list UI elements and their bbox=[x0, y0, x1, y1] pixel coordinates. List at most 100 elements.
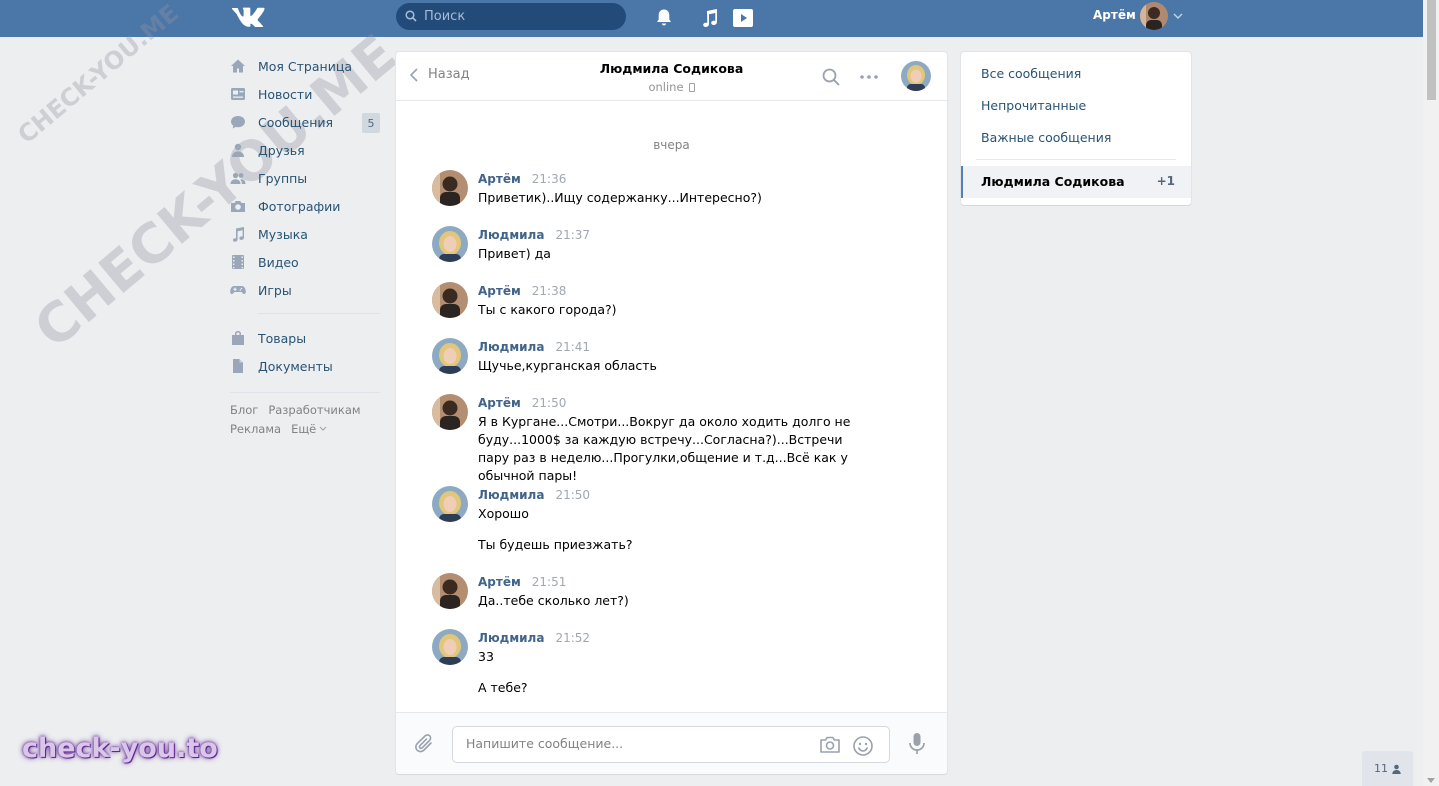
messages-count-badge: 5 bbox=[362, 113, 380, 133]
bell-icon[interactable] bbox=[653, 7, 675, 29]
film-icon bbox=[230, 254, 246, 270]
author-avatar[interactable] bbox=[432, 573, 468, 609]
author-avatar[interactable] bbox=[432, 338, 468, 374]
sidebar-item-games[interactable]: Игры bbox=[230, 276, 380, 304]
home-icon bbox=[230, 58, 246, 74]
message-text: Щучье,курганская область bbox=[478, 358, 657, 373]
user-avatar[interactable] bbox=[1140, 2, 1168, 30]
author-name: Людмила bbox=[478, 488, 545, 502]
author-avatar[interactable] bbox=[432, 394, 468, 430]
author-avatar[interactable] bbox=[432, 629, 468, 665]
message-author[interactable]: Людмила 21:41 bbox=[478, 340, 590, 354]
message-text: 33 bbox=[478, 649, 494, 664]
chevron-down-icon bbox=[319, 426, 327, 431]
message-text: Хорошо bbox=[478, 506, 529, 521]
message-text: Я в Кургане...Смотри...Вокруг да около х… bbox=[478, 414, 851, 483]
author-name: Артём bbox=[478, 575, 521, 589]
footer-link-blog[interactable]: Блог bbox=[230, 403, 258, 417]
scroll-down-arrow-icon[interactable] bbox=[1427, 778, 1435, 783]
user-icon bbox=[230, 142, 246, 158]
group-icon bbox=[230, 170, 246, 186]
top-bar: Поиск Артём bbox=[0, 0, 1423, 37]
vk-logo-icon[interactable] bbox=[230, 5, 266, 27]
filter-important[interactable]: Важные сообщения bbox=[981, 130, 1111, 145]
sidebar-item-groups[interactable]: Группы bbox=[230, 164, 380, 192]
author-name: Людмила bbox=[478, 340, 545, 354]
sidebar-item-music[interactable]: Музыка bbox=[230, 220, 380, 248]
sidebar-item-my-page[interactable]: Моя Страница bbox=[230, 52, 380, 80]
sidebar-item-video[interactable]: Видео bbox=[230, 248, 380, 276]
online-count: 11 bbox=[1374, 762, 1388, 775]
footer-link-ads[interactable]: Реклама bbox=[230, 422, 281, 436]
message-input-box[interactable] bbox=[452, 726, 890, 763]
message-author[interactable]: Артём 21:50 bbox=[478, 396, 566, 410]
filter-divider bbox=[976, 159, 1176, 160]
sidebar-item-label: Видео bbox=[258, 254, 299, 270]
sidebar-footer: Блог Разработчикам Реклама Ещё bbox=[230, 401, 380, 439]
message-time: 21:37 bbox=[555, 228, 591, 242]
footer-link-developers[interactable]: Разработчикам bbox=[268, 403, 360, 417]
camera-icon[interactable] bbox=[819, 735, 841, 755]
message-author[interactable]: Артём 21:36 bbox=[478, 172, 566, 186]
peer-status-label: online bbox=[648, 80, 684, 94]
paperclip-icon[interactable] bbox=[414, 733, 436, 755]
camera-icon bbox=[230, 198, 246, 214]
chat-header: Назад Людмила Содикова online bbox=[396, 52, 947, 101]
sidebar-item-documents[interactable]: Документы bbox=[230, 352, 380, 380]
play-icon[interactable] bbox=[732, 7, 754, 29]
messages-filter-panel: Все сообщения Непрочитанные Важные сообщ… bbox=[961, 52, 1191, 205]
filter-all-messages[interactable]: Все сообщения bbox=[981, 66, 1081, 81]
microphone-icon[interactable] bbox=[907, 732, 927, 756]
active-dialog-item[interactable]: Людмила Содикова +1 bbox=[961, 166, 1191, 198]
scrollbar-thumb[interactable] bbox=[1427, 0, 1436, 100]
news-icon bbox=[230, 86, 246, 102]
sidebar-item-goods[interactable]: Товары bbox=[230, 324, 380, 352]
author-avatar[interactable] bbox=[432, 226, 468, 262]
sidebar-divider bbox=[230, 392, 380, 393]
message-author[interactable]: Людмила 21:50 bbox=[478, 488, 590, 502]
author-avatar[interactable] bbox=[432, 282, 468, 318]
chevron-down-icon[interactable] bbox=[1173, 12, 1183, 20]
message-author[interactable]: Артём 21:51 bbox=[478, 575, 566, 589]
message-input[interactable] bbox=[466, 736, 806, 751]
emoji-icon[interactable] bbox=[852, 735, 874, 757]
message-author[interactable]: Артём 21:38 bbox=[478, 284, 566, 298]
message-item: Людмила 21:41 Щучье,курганская область bbox=[432, 338, 892, 378]
online-friends-counter[interactable]: 11 bbox=[1362, 751, 1413, 786]
sidebar-item-label: Новости bbox=[258, 86, 313, 102]
sidebar-item-label: Фотографии bbox=[258, 198, 341, 214]
sidebar-item-friends[interactable]: Друзья bbox=[230, 136, 380, 164]
sidebar-item-label: Сообщения bbox=[258, 114, 334, 130]
author-avatar[interactable] bbox=[432, 486, 468, 522]
more-icon[interactable] bbox=[859, 67, 879, 87]
filter-unread[interactable]: Непрочитанные bbox=[981, 98, 1086, 113]
active-dialog-name: Людмила Содикова bbox=[981, 174, 1125, 189]
sidebar-item-news[interactable]: Новости bbox=[230, 80, 380, 108]
sidebar-item-messages[interactable]: Сообщения 5 bbox=[230, 108, 380, 136]
footer-link-more[interactable]: Ещё bbox=[291, 422, 327, 436]
sidebar-item-photos[interactable]: Фотографии bbox=[230, 192, 380, 220]
search-input[interactable]: Поиск bbox=[396, 3, 626, 30]
message-item: Людмила 21:37 Привет) да bbox=[432, 226, 892, 266]
author-name: Артём bbox=[478, 172, 521, 186]
music-icon[interactable] bbox=[699, 7, 721, 29]
sidebar-item-label: Друзья bbox=[258, 142, 305, 158]
message-history: вчера Артём 21:36 Приветик)..Ищу содержан… bbox=[396, 102, 947, 712]
sidebar-item-label: Документы bbox=[258, 358, 333, 374]
author-name: Артём bbox=[478, 396, 521, 410]
message-author[interactable]: Людмила 21:52 bbox=[478, 631, 590, 645]
message-composer bbox=[396, 712, 947, 774]
message-author[interactable]: Людмила 21:37 bbox=[478, 228, 590, 242]
peer-avatar[interactable] bbox=[901, 61, 931, 91]
author-name: Артём bbox=[478, 284, 521, 298]
page-scrollbar[interactable] bbox=[1423, 0, 1439, 786]
search-icon[interactable] bbox=[821, 67, 841, 87]
active-dialog-count: +1 bbox=[1156, 174, 1175, 188]
sidebar-item-label: Игры bbox=[258, 282, 292, 298]
user-name[interactable]: Артём bbox=[1093, 8, 1136, 22]
author-avatar[interactable] bbox=[432, 170, 468, 206]
message-text: Ты будешь приезжать? bbox=[478, 537, 633, 552]
chat-panel: Назад Людмила Содикова online вчера Артё… bbox=[396, 52, 947, 774]
message-item: Людмила 21:50 Хорошо Ты будешь приезжать? bbox=[432, 486, 892, 556]
message-item: Людмила 21:52 33 А тебе? bbox=[432, 629, 892, 701]
